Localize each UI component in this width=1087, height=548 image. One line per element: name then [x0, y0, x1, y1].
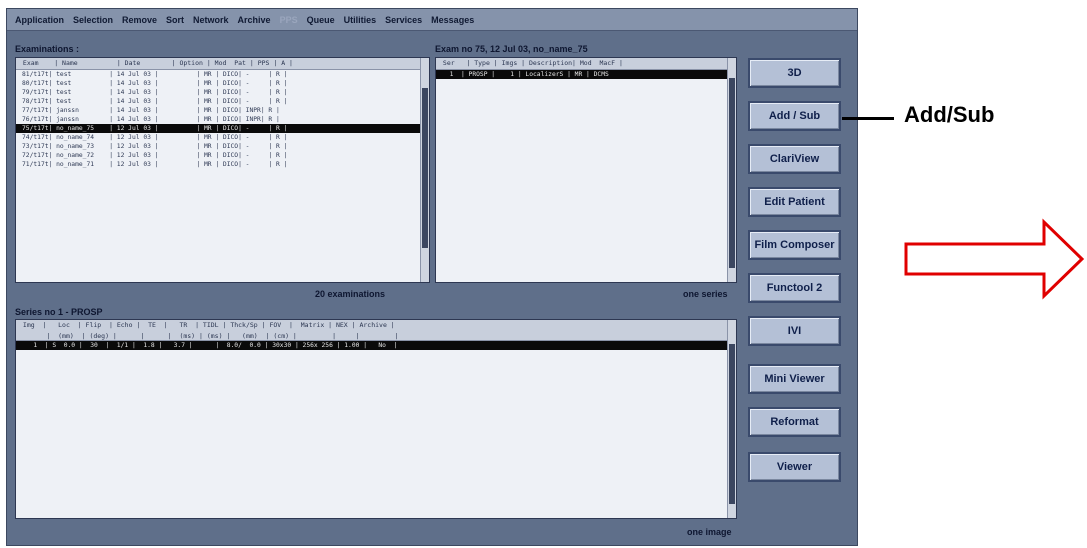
exam-row[interactable]: 73/t17t| no_name_73 | 12 Jul 03 | | MR |… — [16, 142, 429, 151]
series-title: Series no 1 - PROSP — [15, 307, 103, 317]
menu-bar: Application Selection Remove Sort Networ… — [7, 9, 857, 31]
exam-row[interactable]: 78/t17t| test | 14 Jul 03 | | MR | DICO|… — [16, 97, 429, 106]
examinations-scrollbar[interactable] — [420, 58, 429, 282]
examinations-title: Examinations : — [15, 44, 80, 54]
add-sub-button[interactable]: Add / Sub — [748, 101, 841, 131]
menu-sort[interactable]: Sort — [166, 15, 184, 25]
callout-line — [842, 117, 894, 120]
clariview-button[interactable]: ClariView — [748, 144, 841, 174]
exam-row[interactable]: 71/t17t| no_name_71 | 12 Jul 03 | | MR |… — [16, 160, 429, 169]
examinations-header: Exam | Name | Date | Option | Mod Pat | … — [16, 58, 429, 70]
3d-button[interactable]: 3D — [748, 58, 841, 88]
film-composer-button[interactable]: Film Composer — [748, 230, 841, 260]
mini-viewer-button[interactable]: Mini Viewer — [748, 364, 841, 394]
viewer-button[interactable]: Viewer — [748, 452, 841, 482]
image-list[interactable]: Img | Loc | Flip | Echo | TE | TR | TIDL… — [15, 319, 737, 519]
exam-row[interactable]: 72/t17t| no_name_72 | 12 Jul 03 | | MR |… — [16, 151, 429, 160]
menu-services[interactable]: Services — [385, 15, 422, 25]
series-count: one series — [683, 289, 728, 299]
exam-row[interactable]: 74/t17t| no_name_74 | 12 Jul 03 | | MR |… — [16, 133, 429, 142]
examinations-list[interactable]: Exam | Name | Date | Option | Mod Pat | … — [15, 57, 430, 283]
menu-selection[interactable]: Selection — [73, 15, 113, 25]
series-row-selected[interactable]: 1 | PROSP | 1 | LocalizerS | MR | DCMS — [436, 70, 736, 79]
exam-row[interactable]: 81/t17t| test | 14 Jul 03 | | MR | DICO|… — [16, 70, 429, 79]
image-row-selected[interactable]: 1 | S 0.0 | 30 | 1/1 | 1.8 | 3.7 | | 8.0… — [16, 341, 736, 350]
callout-label: Add/Sub — [904, 102, 995, 127]
menu-pps: PPS — [279, 14, 298, 25]
exam-row[interactable]: 76/t17t| janssn | 14 Jul 03 | | MR | DIC… — [16, 115, 429, 124]
image-list-scrollbar[interactable] — [727, 320, 736, 518]
menu-application[interactable]: Application — [15, 15, 64, 25]
menu-network[interactable]: Network — [193, 15, 229, 25]
menu-utilities[interactable]: Utilities — [344, 15, 377, 25]
functool-2-button[interactable]: Functool 2 — [748, 273, 841, 303]
arrow-right-icon — [904, 218, 1085, 300]
exam-row[interactable]: 77/t17t| janssn | 14 Jul 03 | | MR | DIC… — [16, 106, 429, 115]
app-window: Application Selection Remove Sort Networ… — [6, 8, 858, 546]
image-list-header: Img | Loc | Flip | Echo | TE | TR | TIDL… — [16, 320, 736, 341]
ivi-button[interactable]: IVI — [748, 316, 841, 346]
menu-queue[interactable]: Queue — [307, 15, 335, 25]
exam-row[interactable]: 80/t17t| test | 14 Jul 03 | | MR | DICO|… — [16, 79, 429, 88]
edit-patient-button[interactable]: Edit Patient — [748, 187, 841, 217]
exam-detail-title: Exam no 75, 12 Jul 03, no_name_75 — [435, 44, 588, 54]
reformat-button[interactable]: Reformat — [748, 407, 841, 437]
menu-archive[interactable]: Archive — [238, 15, 271, 25]
menu-remove[interactable]: Remove — [122, 15, 157, 25]
series-list-header: Ser | Type | Imgs | Description| Mod Mac… — [436, 58, 736, 70]
exam-row[interactable]: 79/t17t| test | 14 Jul 03 | | MR | DICO|… — [16, 88, 429, 97]
examinations-count: 20 examinations — [315, 289, 386, 299]
menu-messages[interactable]: Messages — [431, 15, 474, 25]
exam-row-selected[interactable]: 75/t17t| no_name_75 | 12 Jul 03 | | MR |… — [16, 124, 429, 133]
series-list[interactable]: Ser | Type | Imgs | Description| Mod Mac… — [435, 57, 737, 283]
image-count: one image — [687, 527, 732, 537]
series-list-scrollbar[interactable] — [727, 58, 736, 282]
